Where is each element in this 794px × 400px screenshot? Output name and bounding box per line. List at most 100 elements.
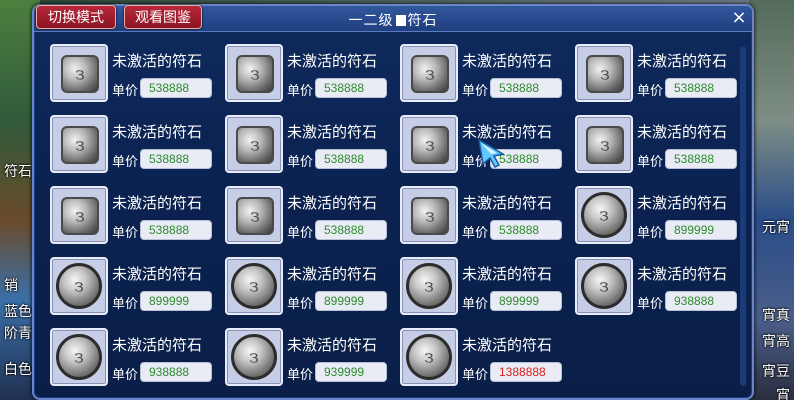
- rune-item-name: 未激活的符石: [637, 123, 728, 141]
- rune-icon-slot[interactable]: з: [225, 44, 283, 102]
- rune-icon-slot[interactable]: з: [400, 186, 458, 244]
- square-rune-stone-icon: з: [236, 126, 274, 164]
- rune-item-name: 未激活的符石: [462, 52, 553, 70]
- rune-item-card[interactable]: з 未激活的符石 单价 1388888: [398, 326, 573, 397]
- rune-item-card[interactable]: з 未激活的符石 单价 899999: [223, 255, 398, 326]
- rune-item-name: 未激活的符石: [112, 52, 203, 70]
- rune-icon-slot[interactable]: з: [575, 186, 633, 244]
- unit-price-label: 单价: [462, 84, 489, 99]
- square-rune-stone-icon: з: [586, 55, 624, 93]
- rune-icon-slot[interactable]: з: [50, 186, 108, 244]
- rune-icon-slot[interactable]: з: [50, 44, 108, 102]
- unit-price-label: 单价: [112, 226, 139, 241]
- rune-item-card[interactable]: з 未激活的符石 单价 899999: [573, 184, 748, 255]
- side-label-right-1: 元宵: [762, 220, 790, 236]
- rune-glyph-icon: з: [599, 275, 609, 297]
- rune-icon-slot[interactable]: з: [575, 44, 633, 102]
- unit-price-value: 538888: [140, 78, 212, 98]
- unit-price-label: 单价: [462, 297, 489, 312]
- rune-item-card[interactable]: з 未激活的符石 单价 538888: [398, 42, 573, 113]
- rune-glyph-icon: з: [75, 134, 85, 156]
- rune-item-name: 未激活的符石: [112, 265, 203, 283]
- rune-glyph-icon: з: [424, 346, 434, 368]
- view-catalog-button[interactable]: 观看图鉴: [124, 5, 202, 29]
- unit-price-value: 538888: [665, 149, 737, 169]
- rune-item-name: 未激活的符石: [637, 52, 728, 70]
- pointer-cursor-icon: [477, 138, 506, 168]
- rune-item-name: 未激活的符石: [287, 52, 378, 70]
- rune-item-name: 未激活的符石: [287, 336, 378, 354]
- unit-price-value: 538888: [490, 78, 562, 98]
- rune-icon-slot[interactable]: з: [575, 115, 633, 173]
- unit-price-label: 单价: [112, 155, 139, 170]
- rune-item-card[interactable]: з 未激活的符石 单价 938888: [573, 255, 748, 326]
- rune-item-card[interactable]: з 未激活的符石 单价 938888: [48, 326, 223, 397]
- rune-icon-slot[interactable]: з: [50, 328, 108, 386]
- side-label-right-5: 宵: [776, 388, 790, 400]
- rune-item-name: 未激活的符石: [287, 194, 378, 212]
- rune-item-card[interactable]: з 未激活的符石 单价 899999: [48, 255, 223, 326]
- rune-item-card[interactable]: з 未激活的符石 单价 538888: [48, 184, 223, 255]
- rune-icon-slot[interactable]: з: [400, 44, 458, 102]
- round-rune-stone-icon: з: [406, 334, 452, 380]
- square-rune-stone-icon: з: [61, 197, 99, 235]
- unit-price-label: 单价: [112, 84, 139, 99]
- switch-mode-button[interactable]: 切换模式: [36, 5, 116, 29]
- rune-glyph-icon: з: [249, 346, 259, 368]
- unit-price-label: 单价: [637, 155, 664, 170]
- unit-price-value: 538888: [315, 149, 387, 169]
- rune-glyph-icon: з: [599, 204, 609, 226]
- rune-glyph-icon: з: [250, 134, 260, 156]
- rune-glyph-icon: з: [75, 205, 85, 227]
- rune-glyph-icon: з: [425, 134, 435, 156]
- unit-price-label: 单价: [112, 368, 139, 383]
- rune-glyph-icon: з: [424, 275, 434, 297]
- title-square-glyph: [395, 15, 406, 26]
- rune-icon-slot[interactable]: з: [400, 328, 458, 386]
- unit-price-value: 538888: [140, 220, 212, 240]
- rune-icon-slot[interactable]: з: [225, 257, 283, 315]
- unit-price-value: 538888: [315, 78, 387, 98]
- rune-grid: з 未激活的符石 单价 538888 з 未激活的符石 单价 538888 з 未激活的符石 单价 5…: [48, 42, 748, 397]
- rune-item-card[interactable]: з 未激活的符石 单价 538888: [223, 42, 398, 113]
- unit-price-label: 单价: [287, 368, 314, 383]
- rune-icon-slot[interactable]: з: [50, 115, 108, 173]
- rune-icon-slot[interactable]: з: [225, 186, 283, 244]
- rune-item-card[interactable]: з 未激活的符石 单价 538888: [573, 113, 748, 184]
- rune-item-card[interactable]: з 未激活的符石 单价 939999: [223, 326, 398, 397]
- unit-price-value: 938888: [140, 362, 212, 382]
- round-rune-stone-icon: з: [406, 263, 452, 309]
- rune-item-card[interactable]: з 未激活的符石 单价 538888: [223, 184, 398, 255]
- rune-item-card[interactable]: з 未激活的符石 单价 538888: [48, 42, 223, 113]
- rune-icon-slot[interactable]: з: [575, 257, 633, 315]
- rune-item-name: 未激活的符石: [462, 194, 553, 212]
- rune-icon-slot[interactable]: з: [50, 257, 108, 315]
- unit-price-value: 938888: [665, 291, 737, 311]
- unit-price-label: 单价: [287, 297, 314, 312]
- rune-item-name: 未激活的符石: [287, 123, 378, 141]
- rune-item-card[interactable]: з 未激活的符石 单价 538888: [48, 113, 223, 184]
- rune-icon-slot[interactable]: з: [225, 328, 283, 386]
- unit-price-value: 899999: [140, 291, 212, 311]
- unit-price-value: 899999: [315, 291, 387, 311]
- close-icon[interactable]: ×: [730, 9, 748, 27]
- unit-price-value: 899999: [665, 220, 737, 240]
- rune-icon-slot[interactable]: з: [225, 115, 283, 173]
- rune-item-card[interactable]: з 未激活的符石 单价 899999: [398, 255, 573, 326]
- unit-price-value: 538888: [315, 220, 387, 240]
- unit-price-label: 单价: [287, 84, 314, 99]
- rune-item-name: 未激活的符石: [112, 123, 203, 141]
- rune-glyph-icon: з: [600, 63, 610, 85]
- rune-item-card[interactable]: з 未激活的符石 单价 538888: [223, 113, 398, 184]
- rune-icon-slot[interactable]: з: [400, 257, 458, 315]
- rune-glyph-icon: з: [250, 205, 260, 227]
- rune-item-name: 未激活的符石: [112, 336, 203, 354]
- rune-item-name: 未激活的符石: [287, 265, 378, 283]
- unit-price-label: 单价: [462, 368, 489, 383]
- rune-icon-slot[interactable]: з: [400, 115, 458, 173]
- rune-item-card[interactable]: з 未激活的符石 单价 538888: [573, 42, 748, 113]
- rune-item-card[interactable]: з 未激活的符石 单价 538888: [398, 184, 573, 255]
- round-rune-stone-icon: з: [231, 334, 277, 380]
- round-rune-stone-icon: з: [56, 263, 102, 309]
- scrollbar[interactable]: [740, 46, 746, 386]
